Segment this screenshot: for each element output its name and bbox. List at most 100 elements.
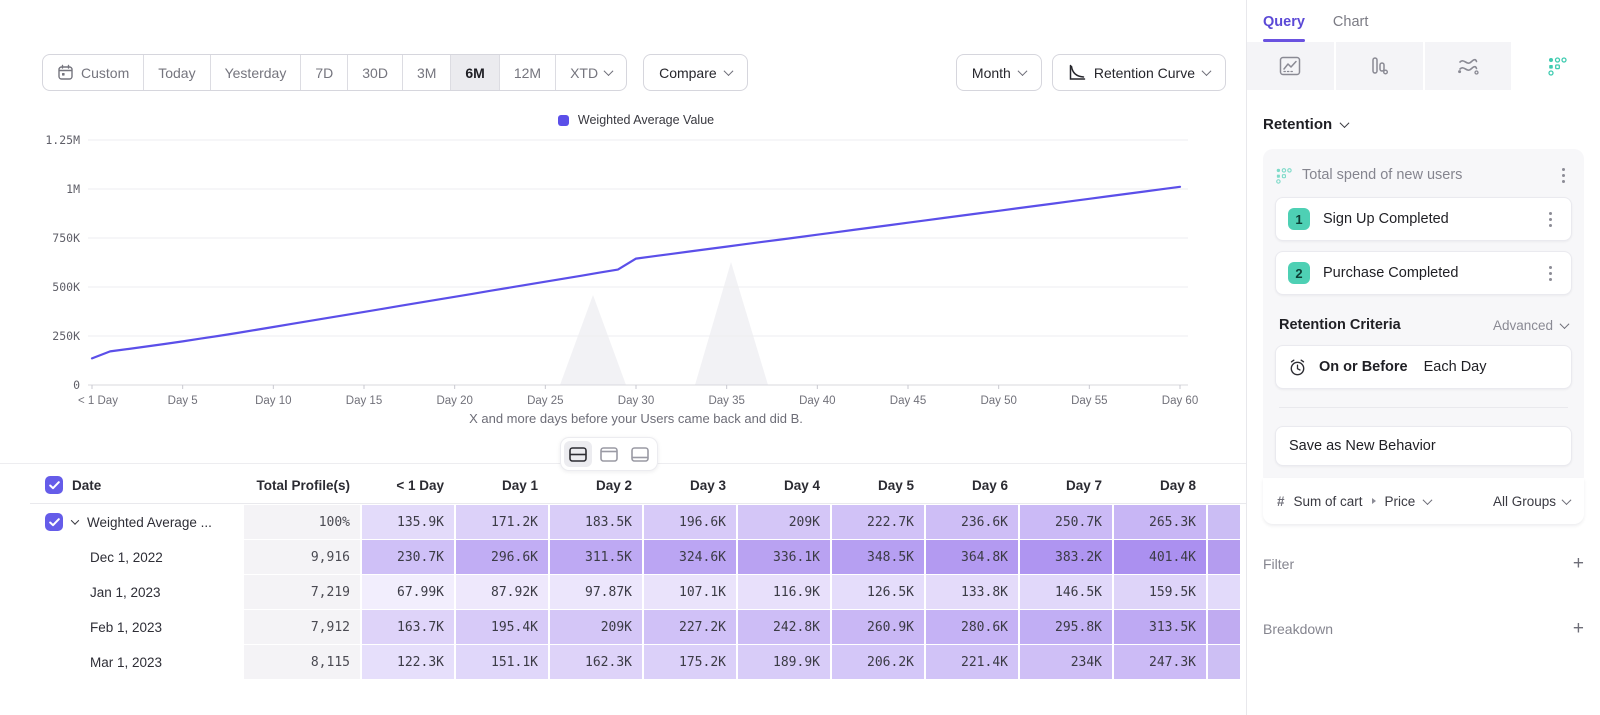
date-cell[interactable]: Jan 1, 2023 xyxy=(30,575,244,609)
add-filter-button[interactable]: + xyxy=(1573,554,1584,573)
save-as-new-behavior-button[interactable]: Save as New Behavior xyxy=(1275,426,1572,466)
step-row-1[interactable]: 1 Sign Up Completed xyxy=(1275,197,1572,241)
retention-cell[interactable]: 87.92K xyxy=(456,575,548,609)
date-header-cell[interactable]: Date xyxy=(30,467,244,503)
day-header-cell-2[interactable]: Day 2 xyxy=(550,467,642,503)
retention-cell[interactable]: 234K xyxy=(1020,645,1112,679)
date-cell[interactable]: Weighted Average ... xyxy=(30,505,244,539)
retention-cell[interactable]: 135.9K xyxy=(362,505,454,539)
behavior-kebab-icon[interactable] xyxy=(1554,168,1572,183)
retention-cell-partial[interactable] xyxy=(1208,505,1240,539)
range-7d[interactable]: 7D xyxy=(300,55,347,90)
funnels-tab[interactable] xyxy=(1336,42,1423,90)
date-cell[interactable]: Dec 1, 2022 xyxy=(30,540,244,574)
add-breakdown-button[interactable]: + xyxy=(1573,619,1584,638)
retention-cell[interactable]: 296.6K xyxy=(456,540,548,574)
range-6m[interactable]: 6M xyxy=(450,55,498,90)
retention-cell-partial[interactable] xyxy=(1208,575,1240,609)
retention-cell[interactable]: 260.9K xyxy=(832,610,924,644)
retention-cell[interactable]: 189.9K xyxy=(738,645,830,679)
date-cell[interactable]: Mar 1, 2023 xyxy=(30,645,244,679)
compare-button[interactable]: Compare xyxy=(643,54,748,91)
retention-cell[interactable]: 116.9K xyxy=(738,575,830,609)
retention-cell[interactable]: 175.2K xyxy=(644,645,736,679)
retention-cell[interactable]: 250.7K xyxy=(1020,505,1112,539)
tab-chart[interactable]: Chart xyxy=(1333,14,1368,42)
retention-cell[interactable]: 236.6K xyxy=(926,505,1018,539)
retention-cell[interactable]: 159.5K xyxy=(1114,575,1206,609)
retention-tab[interactable] xyxy=(1513,42,1600,90)
retention-cell[interactable]: 227.2K xyxy=(644,610,736,644)
retention-cell[interactable]: 336.1K xyxy=(738,540,830,574)
total-profiles-header-cell[interactable]: Total Profile(s) xyxy=(244,467,360,503)
retention-cell[interactable]: 133.8K xyxy=(926,575,1018,609)
retention-cell[interactable]: 230.7K xyxy=(362,540,454,574)
row-checkbox[interactable] xyxy=(45,513,63,531)
day-header-cell-4[interactable]: Day 4 xyxy=(738,467,830,503)
day-header-cell-8[interactable]: Day 8 xyxy=(1114,467,1206,503)
table-only-view-button[interactable] xyxy=(626,441,654,467)
expand-row-button[interactable] xyxy=(72,519,78,525)
chart-type-button[interactable]: Retention Curve xyxy=(1052,54,1226,91)
retention-cell[interactable]: 383.2K xyxy=(1020,540,1112,574)
retention-cell[interactable]: 151.1K xyxy=(456,645,548,679)
row-checkbox[interactable] xyxy=(45,476,63,494)
retention-cell[interactable]: 348.5K xyxy=(832,540,924,574)
retention-cell[interactable]: 107.1K xyxy=(644,575,736,609)
measure-row[interactable]: # Sum of cart Price All Groups xyxy=(1263,478,1584,524)
day-header-cell-5[interactable]: Day 5 xyxy=(832,467,924,503)
retention-cell[interactable]: 163.7K xyxy=(362,610,454,644)
tab-query[interactable]: Query xyxy=(1263,14,1305,42)
insights-tab[interactable] xyxy=(1247,42,1334,90)
day-header-cell-0[interactable]: < 1 Day xyxy=(362,467,454,503)
retention-cell[interactable]: 122.3K xyxy=(362,645,454,679)
retention-cell-partial[interactable] xyxy=(1208,540,1240,574)
retention-cell-partial[interactable] xyxy=(1208,610,1240,644)
retention-cell[interactable]: 295.8K xyxy=(1020,610,1112,644)
range-yesterday[interactable]: Yesterday xyxy=(210,55,301,90)
retention-cell[interactable]: 209K xyxy=(550,610,642,644)
retention-cell[interactable]: 171.2K xyxy=(456,505,548,539)
criteria-condition-row[interactable]: On or Before Each Day xyxy=(1275,345,1572,389)
retention-cell[interactable]: 126.5K xyxy=(832,575,924,609)
step-row-2[interactable]: 2 Purchase Completed xyxy=(1275,251,1572,295)
retention-cell[interactable]: 209K xyxy=(738,505,830,539)
day-header-cell-7[interactable]: Day 7 xyxy=(1020,467,1112,503)
retention-cell[interactable]: 364.8K xyxy=(926,540,1018,574)
retention-cell[interactable]: 311.5K xyxy=(550,540,642,574)
range-today[interactable]: Today xyxy=(143,55,209,90)
day-header-cell-6[interactable]: Day 6 xyxy=(926,467,1018,503)
retention-cell[interactable]: 222.7K xyxy=(832,505,924,539)
flows-tab[interactable] xyxy=(1425,42,1512,90)
range-30d[interactable]: 30D xyxy=(347,55,402,90)
retention-cell[interactable]: 401.4K xyxy=(1114,540,1206,574)
step-kebab-icon[interactable] xyxy=(1541,266,1559,281)
split-view-button[interactable] xyxy=(564,441,592,467)
retention-cell[interactable]: 162.3K xyxy=(550,645,642,679)
range-xtd[interactable]: XTD xyxy=(555,55,626,90)
retention-section-header[interactable]: Retention xyxy=(1263,116,1584,133)
retention-cell[interactable]: 221.4K xyxy=(926,645,1018,679)
day-header-cell-1[interactable]: Day 1 xyxy=(456,467,548,503)
retention-cell[interactable]: 324.6K xyxy=(644,540,736,574)
advanced-dropdown[interactable]: Advanced xyxy=(1493,318,1568,333)
retention-cell[interactable]: 67.99K xyxy=(362,575,454,609)
retention-cell[interactable]: 280.6K xyxy=(926,610,1018,644)
retention-cell[interactable]: 313.5K xyxy=(1114,610,1206,644)
retention-cell[interactable]: 146.5K xyxy=(1020,575,1112,609)
retention-cell[interactable]: 247.3K xyxy=(1114,645,1206,679)
granularity-button[interactable]: Month xyxy=(956,54,1042,91)
step-kebab-icon[interactable] xyxy=(1541,212,1559,227)
range-12m[interactable]: 12M xyxy=(499,55,555,90)
chart-legend[interactable]: Weighted Average Value xyxy=(92,113,1180,127)
retention-cell[interactable]: 265.3K xyxy=(1114,505,1206,539)
retention-cell[interactable]: 206.2K xyxy=(832,645,924,679)
retention-cell[interactable]: 195.4K xyxy=(456,610,548,644)
retention-cell[interactable]: 196.6K xyxy=(644,505,736,539)
day-header-cell-3[interactable]: Day 3 xyxy=(644,467,736,503)
range-3m[interactable]: 3M xyxy=(402,55,450,90)
retention-cell[interactable]: 183.5K xyxy=(550,505,642,539)
range-custom[interactable]: Custom xyxy=(43,55,143,90)
retention-cell-partial[interactable] xyxy=(1208,645,1240,679)
retention-cell[interactable]: 242.8K xyxy=(738,610,830,644)
